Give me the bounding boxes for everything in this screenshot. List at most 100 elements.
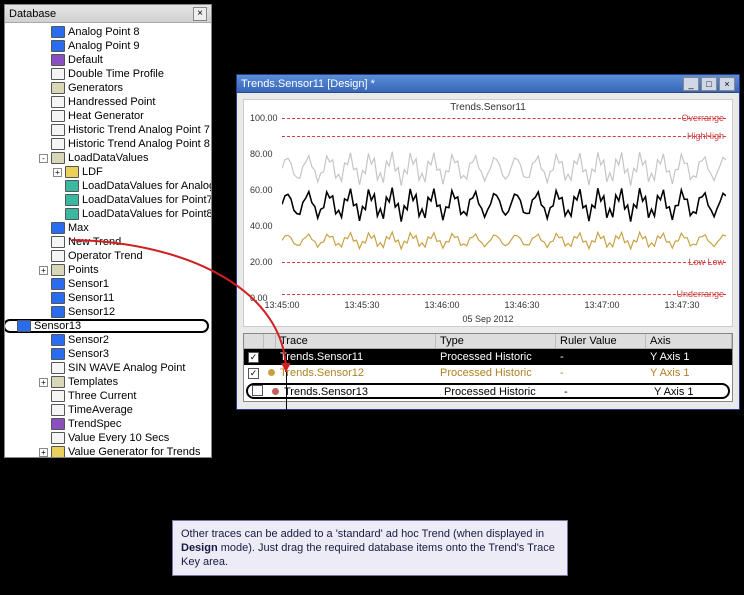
tree-item[interactable]: Historic Trend Analog Point 8: [5, 137, 209, 151]
trace-cell-ruler: -: [560, 386, 650, 398]
trace-row[interactable]: Trends.Sensor13Processed Historic-Y Axis…: [246, 383, 730, 399]
tree-item[interactable]: +Value Generator for Trends: [5, 445, 209, 457]
node-icon: [51, 446, 65, 457]
trace-row[interactable]: ✓Trends.Sensor12Processed Historic-Y Axi…: [244, 365, 732, 381]
node-label: Handressed Point: [68, 96, 155, 108]
tree-item[interactable]: +Points: [5, 263, 209, 277]
tree-item[interactable]: TrendSpec: [5, 417, 209, 431]
expand-icon[interactable]: +: [53, 168, 62, 177]
tree-item[interactable]: Analog Point 9: [5, 39, 209, 53]
trend-plot[interactable]: Trends.Sensor11 OverrangeHighHighLow Low…: [243, 99, 733, 327]
tree-item[interactable]: Sensor2: [5, 333, 209, 347]
tree-item[interactable]: Sensor11: [5, 291, 209, 305]
x-tick: 13:47:30: [664, 300, 699, 310]
tree-item[interactable]: Max: [5, 221, 209, 235]
checkbox[interactable]: ✓: [248, 352, 259, 363]
tree-item[interactable]: Handressed Point: [5, 95, 209, 109]
trace-row[interactable]: ✓Trends.Sensor11Processed Historic-Y Axi…: [244, 349, 732, 365]
tree-item[interactable]: Analog Point 8: [5, 25, 209, 39]
node-icon: [51, 432, 65, 444]
tree-item[interactable]: Value Every 10 Secs: [5, 431, 209, 445]
tree-item[interactable]: Heat Generator: [5, 109, 209, 123]
tree-spacer: [39, 56, 48, 65]
collapse-icon[interactable]: -: [39, 154, 48, 163]
trace-key-body[interactable]: ✓Trends.Sensor11Processed Historic-Y Axi…: [244, 349, 732, 399]
tree-item[interactable]: + Templates: [5, 375, 209, 389]
tree-item[interactable]: TimeAverage: [5, 403, 209, 417]
checkbox[interactable]: [252, 385, 263, 396]
tree-item[interactable]: Sensor13: [5, 319, 209, 333]
trace-color-icon: [272, 388, 279, 395]
trace-cell-axis: Y Axis 1: [646, 351, 732, 363]
tree-item[interactable]: LoadDataValues for Point7: [5, 193, 209, 207]
tree-spacer: [39, 42, 48, 51]
node-icon: [65, 180, 79, 192]
tree-spacer: [39, 434, 48, 443]
maximize-icon[interactable]: □: [701, 77, 717, 91]
tree-spacer: [39, 140, 48, 149]
node-label: LoadDataValues for Analog Point 10: [82, 180, 211, 192]
node-label: TimeAverage: [68, 404, 133, 416]
trend-title: Trends.Sensor11 [Design] *: [241, 78, 375, 90]
trace-cell-trace: Trends.Sensor12: [276, 367, 436, 379]
trend-titlebar[interactable]: Trends.Sensor11 [Design] * _ □ ×: [237, 75, 739, 93]
node-icon: [51, 362, 65, 374]
node-icon: [65, 166, 79, 178]
trace-key-col: Ruler Value: [556, 334, 646, 348]
database-panel: Database × Analog Point 8Analog Point 9D…: [4, 4, 212, 458]
tree-spacer: [39, 364, 48, 373]
checkbox[interactable]: ✓: [248, 368, 259, 379]
close-icon[interactable]: ×: [719, 77, 735, 91]
node-label: Sensor3: [68, 348, 109, 360]
tree-item[interactable]: -LoadDataValues: [5, 151, 209, 165]
tree-item[interactable]: Sensor1: [5, 277, 209, 291]
x-tick: 13:46:00: [424, 300, 459, 310]
expand-icon[interactable]: +: [39, 378, 48, 387]
tree-spacer: [39, 28, 48, 37]
node-label: Templates: [68, 376, 118, 388]
minimize-icon[interactable]: _: [683, 77, 699, 91]
trace-cell-ruler: -: [556, 367, 646, 379]
node-icon: [51, 96, 65, 108]
tree-item[interactable]: Sensor12: [5, 305, 209, 319]
y-tick: 40.00: [250, 221, 273, 231]
tree-spacer: [39, 406, 48, 415]
node-icon: [51, 404, 65, 416]
tree-item[interactable]: +LDF: [5, 165, 209, 179]
trace-key[interactable]: TraceTypeRuler ValueAxis ✓Trends.Sensor1…: [243, 333, 733, 402]
node-icon: [65, 194, 79, 206]
tree-item[interactable]: Operator Trend: [5, 249, 209, 263]
tree-item[interactable]: LoadDataValues for Analog Point 10: [5, 179, 209, 193]
tree-item[interactable]: Historic Trend Analog Point 7: [5, 123, 209, 137]
node-label: Max: [68, 222, 89, 234]
tree-item[interactable]: New Trend: [5, 235, 209, 249]
limit-line: [282, 294, 726, 295]
node-icon: [51, 82, 65, 94]
tree-item[interactable]: Sensor3: [5, 347, 209, 361]
database-titlebar[interactable]: Database ×: [5, 5, 211, 23]
database-tree[interactable]: Analog Point 8Analog Point 9DefaultDoubl…: [5, 23, 211, 457]
node-icon: [51, 54, 65, 66]
limit-label: HighHigh: [687, 131, 724, 141]
tree-item[interactable]: Double Time Profile: [5, 67, 209, 81]
tree-spacer: [39, 126, 48, 135]
node-icon: [51, 68, 65, 80]
node-icon: [51, 236, 65, 248]
tree-item[interactable]: Three Current: [5, 389, 209, 403]
y-tick: 60.00: [250, 185, 273, 195]
tree-item[interactable]: LoadDataValues for Point8: [5, 207, 209, 221]
tree-item[interactable]: Generators: [5, 81, 209, 95]
trend-window: Trends.Sensor11 [Design] * _ □ × Trends.…: [236, 74, 740, 410]
y-tick: 80.00: [250, 149, 273, 159]
close-icon[interactable]: ×: [193, 7, 207, 21]
tree-spacer: [39, 252, 48, 261]
node-icon: [51, 26, 65, 38]
node-label: Three Current: [68, 390, 136, 402]
plot-title: Trends.Sensor11: [244, 102, 732, 113]
node-label: Heat Generator: [68, 110, 144, 122]
tree-item[interactable]: SIN WAVE Analog Point: [5, 361, 209, 375]
expand-icon[interactable]: +: [39, 266, 48, 275]
tree-item[interactable]: Default: [5, 53, 209, 67]
expand-icon[interactable]: +: [39, 448, 48, 457]
tree-spacer: [39, 392, 48, 401]
